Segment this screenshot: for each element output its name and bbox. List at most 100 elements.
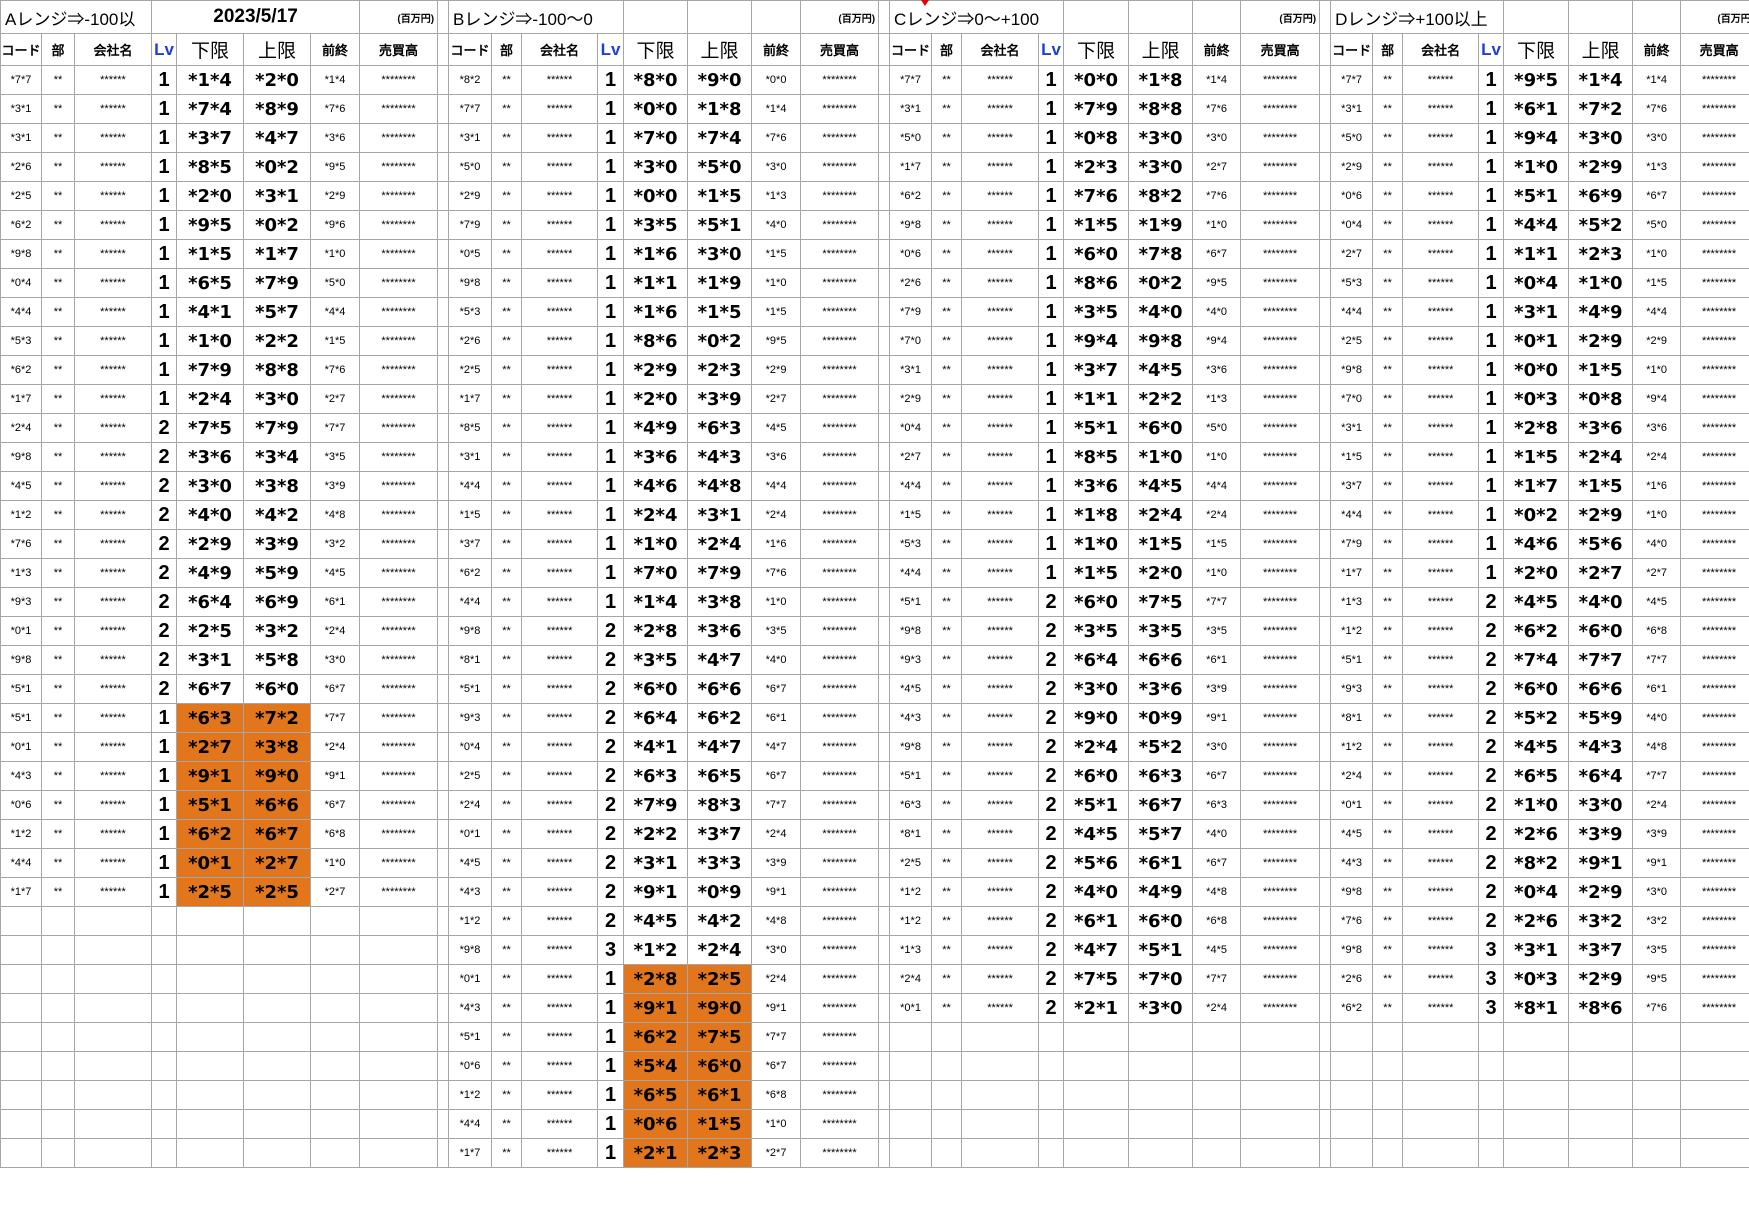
cell-prev[interactable]: *7*6 — [751, 123, 802, 153]
cell-lv[interactable]: 2 — [1038, 993, 1065, 1023]
cell-low[interactable]: *1*1 — [1063, 384, 1130, 414]
cell-vol[interactable]: ******** — [1680, 413, 1749, 443]
cell-code[interactable]: *4*3 — [448, 993, 493, 1023]
cell-prev[interactable]: *2*4 — [309, 732, 361, 762]
empty-cell[interactable] — [1478, 1109, 1505, 1139]
cell-high[interactable]: *5*0 — [687, 152, 753, 182]
cell-name[interactable]: ****** — [521, 674, 599, 704]
gap-cell[interactable] — [878, 268, 891, 298]
cell-code[interactable]: *5*3 — [889, 529, 933, 559]
cell-bu[interactable]: ** — [1372, 355, 1404, 385]
cell-prev[interactable]: *6*7 — [1192, 761, 1242, 791]
cell-bu[interactable]: ** — [931, 326, 963, 356]
cell-code[interactable]: *0*6 — [448, 1051, 493, 1081]
cell-vol[interactable]: ******** — [1680, 210, 1749, 240]
cell-high[interactable]: *1*0 — [1128, 442, 1194, 472]
cell-bu[interactable]: ** — [491, 732, 523, 762]
cell-lv[interactable]: 1 — [151, 732, 177, 762]
empty-cell[interactable] — [889, 1138, 933, 1168]
cell-bu[interactable]: ** — [491, 703, 523, 733]
cell-high[interactable]: *4*0 — [1128, 297, 1194, 327]
cell-lv[interactable]: 1 — [597, 993, 625, 1023]
cell-name[interactable]: ****** — [961, 413, 1040, 443]
cell-high[interactable]: *3*9 — [243, 529, 311, 559]
empty-cell[interactable] — [243, 1051, 311, 1081]
cell-high[interactable]: *6*6 — [687, 674, 753, 704]
gap-cell[interactable] — [1319, 123, 1332, 153]
cell-lv[interactable]: 1 — [151, 65, 177, 95]
empty-cell[interactable] — [0, 935, 42, 965]
cell-code[interactable]: *0*1 — [448, 819, 493, 849]
cell-name[interactable]: ****** — [521, 94, 599, 124]
cell-prev[interactable]: *5*0 — [1192, 413, 1242, 443]
empty-cell[interactable] — [1128, 1022, 1194, 1052]
cell-lv[interactable]: 1 — [597, 442, 625, 472]
cell-bu[interactable]: ** — [491, 1080, 523, 1110]
cell-lv[interactable]: 1 — [1478, 442, 1505, 472]
cell-code[interactable]: *4*4 — [889, 558, 933, 588]
cell-name[interactable]: ****** — [521, 123, 599, 153]
cell-low[interactable]: *1*0 — [176, 326, 244, 356]
cell-low[interactable]: *4*7 — [1063, 935, 1130, 965]
cell-code[interactable]: *3*1 — [1330, 94, 1374, 124]
cell-low[interactable]: *7*5 — [1063, 964, 1130, 994]
cell-low[interactable]: *0*3 — [1503, 384, 1570, 414]
header-volume[interactable]: 売買高 — [1680, 33, 1749, 66]
cell-code[interactable]: *8*1 — [889, 819, 933, 849]
cell-bu[interactable]: ** — [1372, 65, 1404, 95]
gap-cell[interactable] — [878, 819, 891, 849]
gap-cell[interactable] — [437, 239, 450, 269]
cell-vol[interactable]: ******** — [1240, 877, 1321, 907]
gap-cell[interactable] — [437, 848, 450, 878]
cell-lv[interactable]: 2 — [1478, 906, 1505, 936]
cell-name[interactable]: ****** — [1402, 123, 1480, 153]
cell-name[interactable]: ****** — [1402, 442, 1480, 472]
cell-name[interactable]: ****** — [521, 1080, 599, 1110]
cell-code[interactable]: *3*7 — [448, 529, 493, 559]
cell-bu[interactable]: ** — [41, 819, 75, 849]
cell-high[interactable]: *3*8 — [243, 732, 311, 762]
cell-name[interactable]: ****** — [521, 1051, 599, 1081]
cell-prev[interactable]: *3*9 — [751, 848, 802, 878]
cell-vol[interactable]: ******** — [359, 732, 439, 762]
cell-prev[interactable]: *1*4 — [309, 65, 361, 95]
cell-high[interactable]: *6*9 — [1568, 181, 1634, 211]
cell-vol[interactable]: ******** — [359, 616, 439, 646]
cell-lv[interactable]: 1 — [597, 471, 625, 501]
cell-name[interactable]: ****** — [1402, 906, 1480, 936]
cell-prev[interactable]: *3*2 — [309, 529, 361, 559]
gap-cell[interactable] — [1319, 181, 1332, 211]
cell-high[interactable]: *3*0 — [687, 239, 753, 269]
gap-cell[interactable] — [1319, 616, 1332, 646]
cell-code[interactable]: *0*1 — [448, 964, 493, 994]
cell-code[interactable]: *1*7 — [448, 384, 493, 414]
cell-bu[interactable]: ** — [491, 848, 523, 878]
cell-prev[interactable]: *2*7 — [1192, 152, 1242, 182]
empty-cell[interactable] — [359, 935, 439, 965]
cell-code[interactable]: *2*4 — [0, 413, 42, 443]
cell-vol[interactable]: ******** — [1680, 94, 1749, 124]
cell-name[interactable]: ****** — [961, 442, 1040, 472]
cell-bu[interactable]: ** — [491, 790, 523, 820]
cell-lv[interactable]: 1 — [597, 268, 625, 298]
cell-bu[interactable]: ** — [491, 355, 523, 385]
cell-lv[interactable]: 2 — [151, 558, 177, 588]
empty-cell[interactable] — [74, 993, 152, 1023]
cell-vol[interactable]: ******** — [359, 790, 439, 820]
empty-cell[interactable] — [1038, 1080, 1065, 1110]
empty-cell[interactable] — [1402, 1080, 1480, 1110]
cell-prev[interactable]: *2*7 — [309, 877, 361, 907]
cell-vol[interactable]: ******** — [800, 1051, 880, 1081]
cell-prev[interactable]: *1*4 — [751, 94, 802, 124]
cell-vol[interactable]: ******** — [1240, 355, 1321, 385]
empty-cell[interactable] — [1038, 1138, 1065, 1168]
cell-name[interactable]: ****** — [74, 790, 152, 820]
header-high[interactable]: 上限 — [1568, 33, 1634, 66]
cell-prev[interactable]: *1*3 — [751, 181, 802, 211]
cell-lv[interactable]: 2 — [597, 732, 625, 762]
empty-cell[interactable] — [0, 1080, 42, 1110]
cell-code[interactable]: *5*3 — [1330, 268, 1374, 298]
cell-high[interactable]: *6*7 — [1128, 790, 1194, 820]
cell-vol[interactable]: ******** — [1680, 65, 1749, 95]
gap-cell[interactable] — [1319, 877, 1332, 907]
